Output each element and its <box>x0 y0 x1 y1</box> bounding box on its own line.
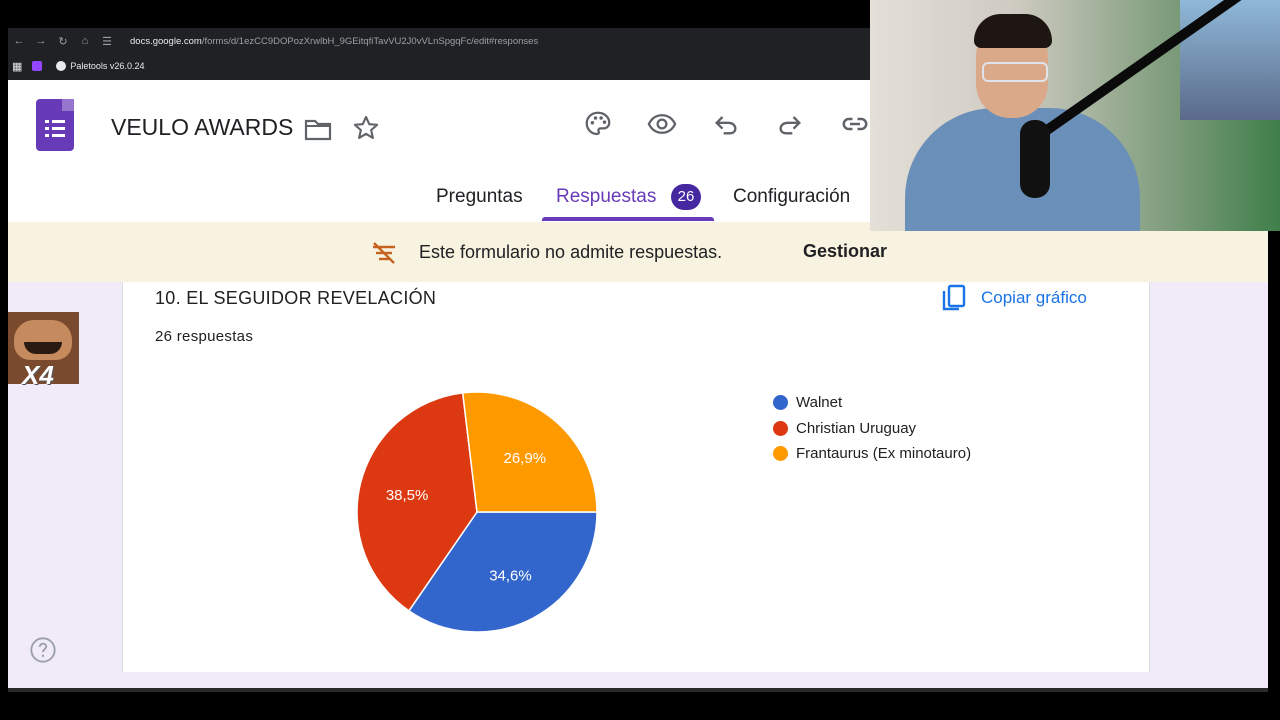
sticker-text: X4 <box>22 360 54 390</box>
background-poster <box>1180 0 1280 120</box>
question-summary-card: 10. EL SEGUIDOR REVELACIÓN 26 respuestas… <box>122 282 1150 672</box>
legend-swatch-0 <box>773 395 788 411</box>
google-forms-logo-icon[interactable] <box>36 99 74 151</box>
folder-icon[interactable] <box>304 117 332 141</box>
response-count: 26 respuestas <box>155 328 254 345</box>
tab-responses[interactable]: Respuestas <box>556 186 656 208</box>
forms-header: VEULO AWARDS Preguntas Respuestas Config… <box>8 80 870 223</box>
form-tabs: Preguntas Respuestas Configuración <box>8 180 870 222</box>
emote-sticker: X4 <box>8 312 79 390</box>
bookmark-paletools-label: Paletools v26.0.24 <box>70 61 145 71</box>
browser-nav-row: ← → ↻ ⌂ ☰ docs.google.com/forms/d/1ezCC9… <box>8 28 870 54</box>
legend-item-0[interactable]: Walnet <box>773 390 971 416</box>
responses-off-icon <box>373 242 395 264</box>
tab-questions[interactable]: Preguntas <box>436 186 523 208</box>
pie-slice-label-1: 38,5% <box>386 487 429 504</box>
pie-slice-label-2: 26,9% <box>504 450 547 467</box>
site-info-icon[interactable]: ☰ <box>96 35 118 48</box>
redo-icon[interactable] <box>776 109 804 139</box>
apps-icon[interactable]: ▦ <box>12 60 22 73</box>
pie-chart: 34,6% 38,5% 26,9% <box>356 391 598 633</box>
question-title: 10. EL SEGUIDOR REVELACIÓN <box>155 288 437 308</box>
home-icon[interactable]: ⌂ <box>74 35 96 47</box>
taskbar-strip <box>8 688 1268 692</box>
help-icon[interactable] <box>29 636 57 664</box>
pie-slice-label-0: 34,6% <box>489 568 532 585</box>
legend-label-2: Frantaurus (Ex minotauro) <box>796 445 972 463</box>
url-path: /forms/d/1ezCC9DOPozXrwlbH_9GEitqfiTavVU… <box>201 35 539 47</box>
form-title[interactable]: VEULO AWARDS <box>111 114 293 141</box>
copy-chart-label: Copiar gráfico <box>981 288 1087 307</box>
tab-settings[interactable]: Configuración <box>733 186 850 208</box>
palette-icon[interactable] <box>583 109 613 139</box>
bookmark-twitch[interactable] <box>32 61 46 71</box>
undo-icon[interactable] <box>712 109 740 139</box>
bookmarks-bar: ▦ Paletools v26.0.24 <box>8 55 144 77</box>
banner-message: Este formulario no admite respuestas. <box>419 242 723 262</box>
responses-count-badge: 26 <box>671 184 701 210</box>
back-icon[interactable]: ← <box>8 35 30 47</box>
copy-icon <box>942 284 966 311</box>
forward-icon[interactable]: → <box>30 35 52 47</box>
paletools-icon <box>56 61 67 71</box>
microphone <box>1020 120 1050 198</box>
legend-item-1[interactable]: Christian Uruguay <box>773 416 971 442</box>
preview-eye-icon[interactable] <box>646 109 678 139</box>
legend-item-2[interactable]: Frantaurus (Ex minotauro) <box>773 441 971 467</box>
legend-label-1: Christian Uruguay <box>796 419 917 437</box>
legend-label-0: Walnet <box>796 394 843 412</box>
copy-chart-button[interactable]: Copiar gráfico <box>941 284 1087 312</box>
manage-button[interactable]: Gestionar <box>803 241 887 262</box>
bookmark-paletools[interactable]: Paletools v26.0.24 <box>56 61 144 71</box>
legend-swatch-1 <box>773 420 788 436</box>
url-host: docs.google.com <box>130 35 202 47</box>
chart-legend: Walnet Christian Uruguay Frantaurus (Ex mi… <box>773 390 971 467</box>
browser-chrome: ← → ↻ ⌂ ☰ docs.google.com/forms/d/1ezCC9… <box>8 28 870 80</box>
legend-swatch-2 <box>773 446 788 462</box>
streamer-webcam-overlay <box>870 0 1280 231</box>
star-icon[interactable] <box>352 114 380 142</box>
address-bar[interactable]: docs.google.com/forms/d/1ezCC9DOPozXrwlb… <box>130 36 538 47</box>
twitch-icon <box>32 61 43 71</box>
active-tab-indicator <box>542 217 714 221</box>
reload-icon[interactable]: ↻ <box>52 35 74 48</box>
link-icon[interactable] <box>840 109 870 139</box>
not-accepting-banner: Este formulario no admite respuestas. Ge… <box>8 222 1268 282</box>
